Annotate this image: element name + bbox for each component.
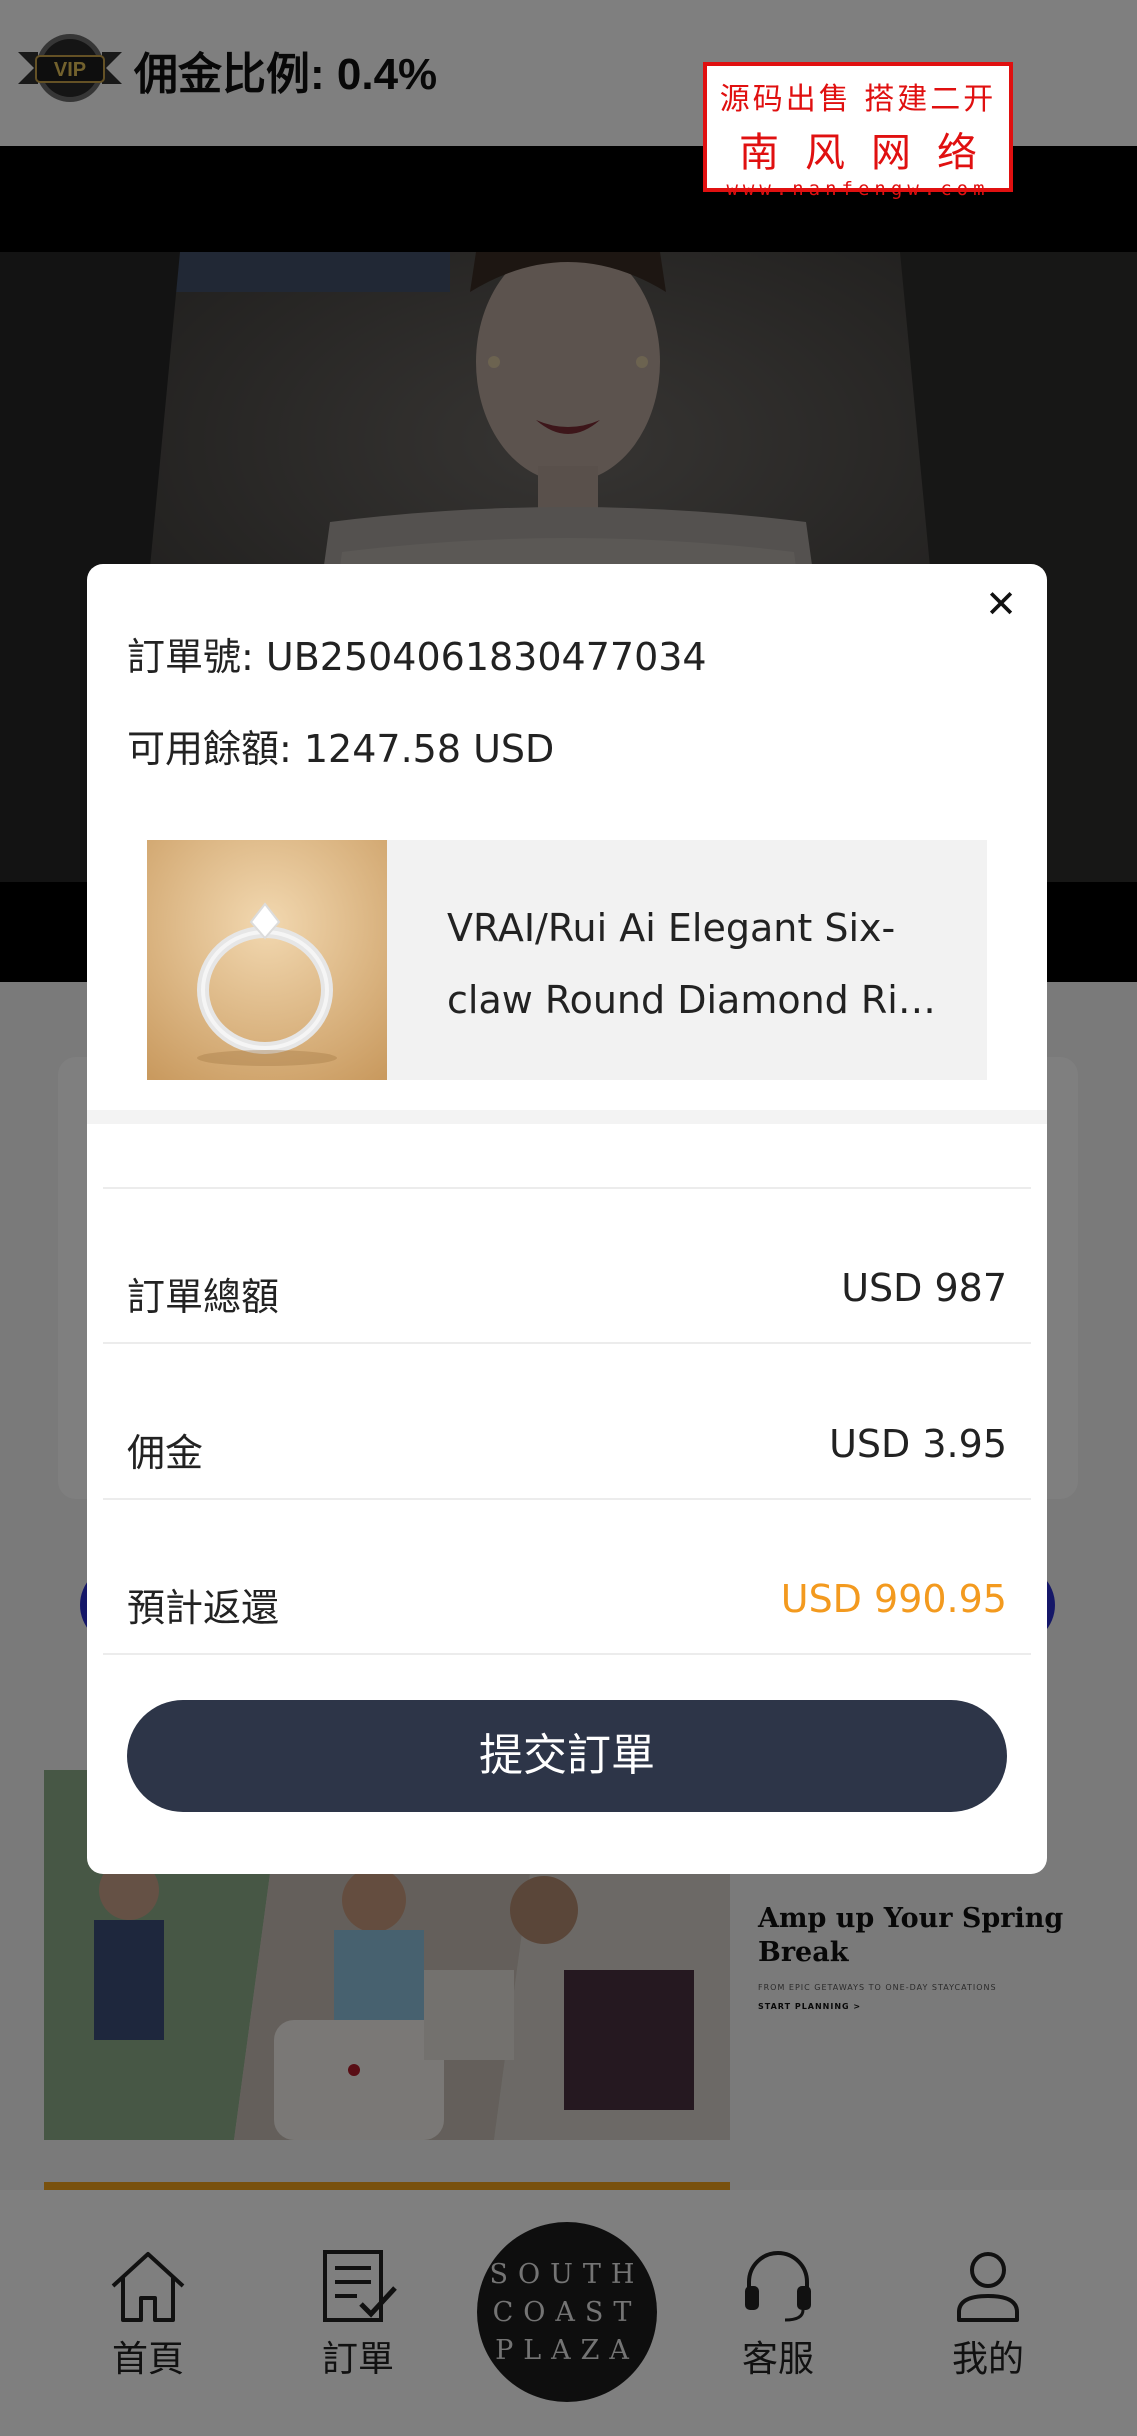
divider bbox=[103, 1187, 1031, 1189]
divider bbox=[103, 1653, 1031, 1655]
watermark-line-2: 南风网络 bbox=[739, 130, 1003, 176]
expected-return-label: 預計返還 bbox=[127, 1586, 280, 1630]
order-total-label: 訂單總額 bbox=[127, 1275, 280, 1319]
watermark-line-3: www.nanfengw.com bbox=[726, 178, 990, 200]
expected-return-value: USD 990.95 bbox=[780, 1577, 1007, 1621]
section-divider bbox=[87, 1110, 1047, 1124]
order-confirm-modal: ✕ 訂單號: UB2504061830477034 可用餘額: 1247.58 … bbox=[87, 564, 1047, 1874]
product-card: VRAI/Rui Ai Elegant Six- claw Round Diam… bbox=[147, 840, 987, 1080]
submit-order-button[interactable]: 提交訂單 bbox=[127, 1700, 1007, 1812]
order-total-value: USD 987 bbox=[841, 1266, 1007, 1310]
close-icon[interactable]: ✕ bbox=[975, 578, 1027, 630]
watermark-stamp: 源码出售 搭建二开 南风网络 www.nanfengw.com bbox=[703, 62, 1013, 200]
divider bbox=[103, 1342, 1031, 1344]
order-number: 訂單號: UB2504061830477034 bbox=[127, 635, 707, 679]
commission-label: 佣金 bbox=[127, 1431, 204, 1475]
product-image bbox=[147, 840, 387, 1080]
watermark-line-1: 源码出售 搭建二开 bbox=[719, 82, 997, 117]
commission-value: USD 3.95 bbox=[829, 1422, 1007, 1466]
available-balance: 可用餘額: 1247.58 USD bbox=[127, 727, 555, 771]
product-name: VRAI/Rui Ai Elegant Six- claw Round Diam… bbox=[447, 892, 947, 1036]
product-name-line-2: claw Round Diamond Rin... bbox=[447, 978, 947, 1022]
divider bbox=[103, 1498, 1031, 1500]
product-name-line-1: VRAI/Rui Ai Elegant Six- bbox=[447, 906, 896, 950]
